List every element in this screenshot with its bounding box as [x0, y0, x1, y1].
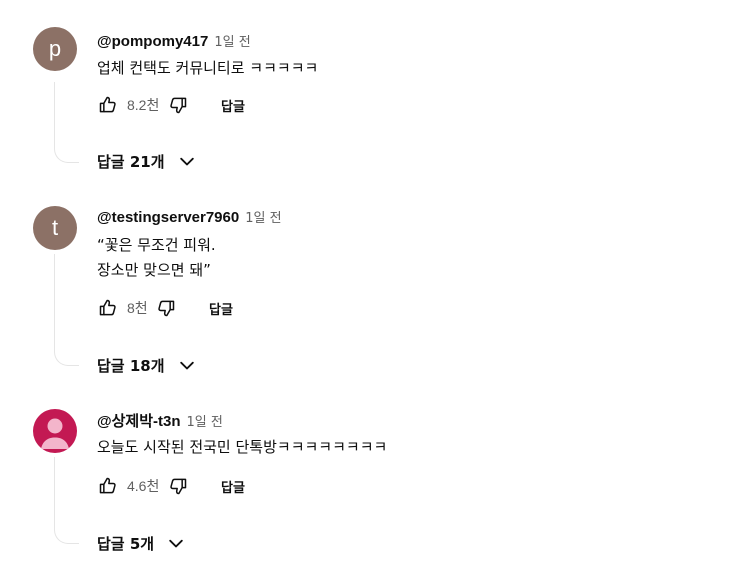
replies-count-label: 답글 21개: [97, 153, 165, 171]
reply-button[interactable]: 답글: [221, 477, 245, 496]
view-replies-button[interactable]: 답글 21개: [97, 151, 197, 172]
avatar[interactable]: p: [33, 27, 77, 71]
dislike-button[interactable]: [167, 94, 189, 116]
like-count: 4.6천: [127, 478, 160, 494]
like-count: 8천: [127, 300, 148, 316]
reply-button[interactable]: 답글: [221, 96, 245, 115]
comment-actions: 4.6천 답글: [97, 475, 245, 497]
default-avatar-icon: [41, 418, 69, 449]
chevron-down-icon: [179, 157, 194, 165]
author-name[interactable]: @pompomy417: [97, 33, 208, 50]
dislike-button[interactable]: [167, 475, 189, 497]
thread-line: [54, 254, 79, 366]
comment-header: @testingserver7960 1일 전: [97, 207, 282, 226]
comment-actions: 8.2천 답글: [97, 94, 245, 116]
thread-line: [54, 82, 79, 163]
author-name[interactable]: @testingserver7960: [97, 209, 239, 226]
avatar[interactable]: t: [33, 206, 77, 250]
comment-header: @pompomy417 1일 전: [97, 31, 251, 50]
avatar-letter: p: [48, 36, 62, 61]
comment-text: 오늘도 시작된 전국민 단톡방ㅋㅋㅋㅋㅋㅋㅋㅋ: [97, 438, 388, 456]
like-button[interactable]: [97, 475, 119, 497]
reply-button[interactable]: 답글: [209, 299, 233, 318]
thumbs-down-icon: [170, 478, 187, 495]
thumbs-up-icon: [99, 477, 116, 494]
comment-text: “꽃은 무조건 피워. 장소만 맞으면 돼”: [97, 236, 216, 279]
replies-count-label: 답글 5개: [97, 535, 155, 553]
comment-actions: 8천 답글: [97, 297, 233, 319]
chevron-down-icon: [179, 361, 194, 369]
comment-header: @상제박-t3n 1일 전: [97, 410, 223, 431]
thread-line: [54, 457, 79, 544]
timestamp[interactable]: 1일 전: [245, 207, 281, 226]
avatar[interactable]: [33, 409, 77, 453]
view-replies-button[interactable]: 답글 18개: [97, 355, 197, 376]
timestamp[interactable]: 1일 전: [214, 31, 250, 50]
replies-count-label: 답글 18개: [97, 357, 165, 375]
chevron-down-icon: [169, 539, 183, 547]
thumbs-down-icon: [170, 97, 187, 114]
like-button[interactable]: [97, 94, 119, 116]
timestamp[interactable]: 1일 전: [187, 411, 223, 430]
comment-text: 업체 컨택도 커뮤니티로 ㅋㅋㅋㅋㅋ: [97, 59, 319, 77]
thumbs-down-icon: [158, 300, 175, 317]
avatar-letter: t: [51, 215, 59, 240]
author-name[interactable]: @상제박-t3n: [97, 410, 181, 431]
like-count: 8.2천: [127, 97, 160, 113]
thumbs-up-icon: [99, 96, 116, 113]
view-replies-button[interactable]: 답글 5개: [97, 533, 186, 554]
like-button[interactable]: [97, 297, 119, 319]
thumbs-up-icon: [99, 299, 116, 316]
dislike-button[interactable]: [155, 297, 177, 319]
